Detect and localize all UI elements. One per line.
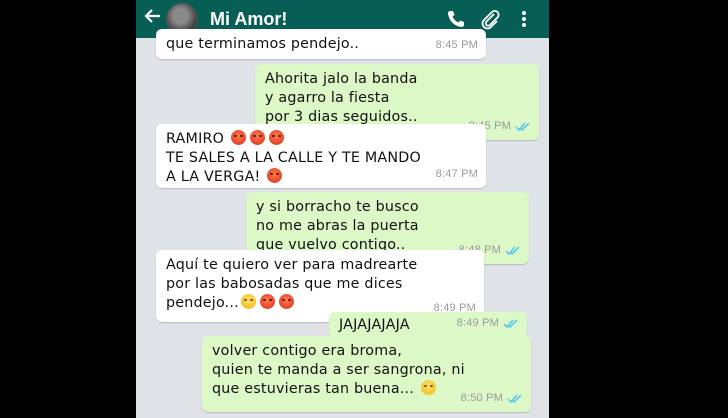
more-vert-icon (522, 11, 526, 27)
message-text: que terminamos pendejo.. (166, 36, 360, 52)
arrow-left-icon (144, 9, 160, 23)
paperclip-icon (481, 9, 500, 30)
phone-icon (448, 11, 464, 27)
message-text-line: pendejo... (166, 295, 239, 311)
message-list[interactable]: que terminamos pendejo.. 8:45 PM Ahorita… (136, 29, 549, 418)
chat-screen: Mi Amor! que terminamos pendejo.. 8:45 P… (136, 0, 549, 418)
double-check-icon (503, 319, 518, 328)
message-time: 8:47 PM (435, 168, 478, 180)
contact-name[interactable]: Mi Amor! (210, 9, 445, 30)
message-text-line: TE SALES A LA CALLE Y TE MANDO (166, 150, 421, 166)
angry-face-icon (249, 130, 265, 145)
message-outgoing[interactable]: volver contigo era broma, quien te manda… (202, 336, 531, 412)
relieved-face-icon (420, 380, 436, 395)
call-button[interactable] (445, 8, 467, 30)
message-time: 8:50 PM (460, 392, 503, 404)
double-check-icon (515, 122, 530, 131)
message-text-line: que estuvieras tan buena... (212, 381, 415, 397)
angry-face-icon (267, 168, 283, 183)
relieved-face-icon (240, 294, 256, 309)
message-time: 8:49 PM (456, 317, 499, 329)
message-time: 8:45 PM (435, 39, 478, 51)
angry-face-icon (259, 294, 275, 309)
message-incoming[interactable]: que terminamos pendejo.. 8:45 PM (156, 29, 486, 59)
angry-face-icon (278, 294, 294, 309)
angry-face-icon (230, 130, 246, 145)
menu-button[interactable] (513, 8, 535, 30)
message-incoming[interactable]: RAMIRO TE SALES A LA CALLE Y TE MANDO A … (156, 124, 486, 188)
angry-face-icon (268, 130, 284, 145)
message-text-line: A LA VERGA! (166, 169, 261, 185)
double-check-icon (505, 246, 520, 255)
message-outgoing[interactable]: JAJAJAJAJA 8:49 PM (329, 312, 527, 338)
message-text: RAMIRO (166, 131, 225, 147)
attach-button[interactable] (479, 8, 501, 30)
message-text: volver contigo era broma, quien te manda… (212, 343, 465, 378)
message-text: Aquí te quiero ver para madrearte por la… (166, 257, 418, 292)
double-check-icon (507, 394, 522, 403)
